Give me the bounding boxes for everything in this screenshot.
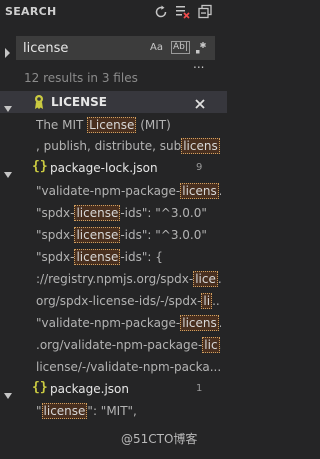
match-text: ... — [218, 272, 221, 286]
search-input-value[interactable]: license — [23, 41, 68, 56]
more-options-icon[interactable]: ... — [193, 58, 204, 70]
match-highlight: li — [201, 293, 213, 309]
refresh-icon[interactable] — [153, 4, 169, 20]
json-file-icon: {} — [32, 159, 48, 174]
match-highlight: lic — [202, 337, 220, 353]
match-text: -ids": { — [120, 250, 163, 264]
match-line[interactable]: org/spdx-license-ids/-/spdx-li... — [36, 290, 221, 312]
match-count-badge: 1 — [196, 383, 203, 394]
match-line[interactable]: "spdx-license -ids": { — [36, 246, 221, 268]
search-panel-header: SEARCH — [0, 0, 227, 24]
file-name: LICENSE — [51, 95, 107, 109]
match-text: , publish, distribute, sub — [36, 139, 182, 153]
match-highlight: license — [74, 227, 121, 243]
chevron-down-icon[interactable] — [4, 385, 12, 399]
match-text: "spdx- — [36, 228, 75, 242]
match-text: ... — [212, 294, 221, 308]
match-line[interactable]: ://registry.npmjs.org/spdx-lice... — [36, 268, 221, 290]
match-line[interactable]: "validate-npm-package-licens... — [36, 180, 221, 202]
match-line[interactable]: " license ": "MIT", — [36, 400, 221, 422]
match-text: -ids": "^3.0.0" — [120, 228, 207, 242]
match-line[interactable]: "validate-npm-package-licens... — [36, 312, 221, 334]
match-highlight: license — [41, 403, 88, 419]
chevron-down-icon[interactable] — [4, 98, 12, 112]
json-file-icon: {} — [32, 380, 48, 395]
match-highlight: licens — [180, 183, 219, 199]
collapse-all-icon[interactable] — [197, 4, 213, 20]
panel-title: SEARCH — [5, 5, 57, 18]
match-highlight: licens — [181, 138, 220, 154]
clear-results-icon[interactable] — [175, 4, 191, 20]
chevron-down-icon[interactable] — [4, 164, 12, 178]
match-text: The MIT — [36, 118, 88, 132]
match-line[interactable]: The MIT License (MIT) — [36, 114, 221, 136]
match-case-toggle[interactable]: Aa — [150, 42, 163, 53]
match-highlight: lice — [193, 271, 218, 287]
file-row-license[interactable]: LICENSE — [0, 91, 227, 113]
match-text: "spdx- — [36, 206, 75, 220]
close-icon[interactable] — [194, 95, 206, 109]
search-input[interactable]: license Aa Ab| — [16, 36, 215, 60]
match-text: org/spdx-license-ids/-/spdx- — [36, 294, 202, 308]
match-text: ://registry.npmjs.org/spdx- — [36, 272, 194, 286]
file-row-package-lock[interactable]: {} package-lock.json 9 — [0, 157, 227, 179]
file-row-package-json[interactable]: {} package.json 1 — [0, 378, 227, 400]
toggle-replace-chevron-icon[interactable] — [4, 43, 12, 58]
match-text: "spdx- — [36, 250, 75, 264]
match-highlight: license — [74, 249, 121, 265]
match-text: " — [36, 404, 42, 418]
match-line[interactable]: "spdx-license -ids": "^3.0.0" — [36, 224, 221, 246]
watermark: @51CTO博客 — [121, 432, 198, 446]
file-name: package-lock.json — [50, 161, 158, 175]
match-text: -ids": "^3.0.0" — [120, 206, 207, 220]
match-text: ... — [220, 338, 221, 352]
match-text: ... — [219, 184, 221, 198]
match-text: ": "MIT", — [87, 404, 137, 418]
regex-icon[interactable] — [194, 40, 208, 54]
match-text: license/-/validate-npm-packa... — [36, 360, 221, 374]
file-name: package.json — [50, 382, 130, 396]
match-text: ... — [219, 316, 221, 330]
match-line[interactable]: .org/validate-npm-package-lic... — [36, 334, 221, 356]
match-highlight: license — [74, 205, 121, 221]
match-line[interactable]: license/-/validate-npm-packa... — [36, 356, 221, 378]
match-text: ... — [220, 139, 221, 153]
match-text: "validate-npm-package- — [36, 316, 181, 330]
match-text: "validate-npm-package- — [36, 184, 181, 198]
match-text: (MIT) — [136, 118, 171, 132]
license-icon — [32, 94, 46, 110]
match-highlight: License — [87, 117, 137, 133]
match-line[interactable]: "spdx-license -ids": "^3.0.0" — [36, 202, 221, 224]
match-text: .org/validate-npm-package- — [36, 338, 203, 352]
match-highlight: licens — [180, 315, 219, 331]
match-count-badge: 9 — [196, 162, 203, 173]
match-line[interactable]: , publish, distribute, sublicens... — [36, 135, 221, 157]
results-summary: 12 results in 3 files — [24, 71, 138, 85]
match-whole-word-toggle[interactable]: Ab| — [171, 41, 190, 54]
